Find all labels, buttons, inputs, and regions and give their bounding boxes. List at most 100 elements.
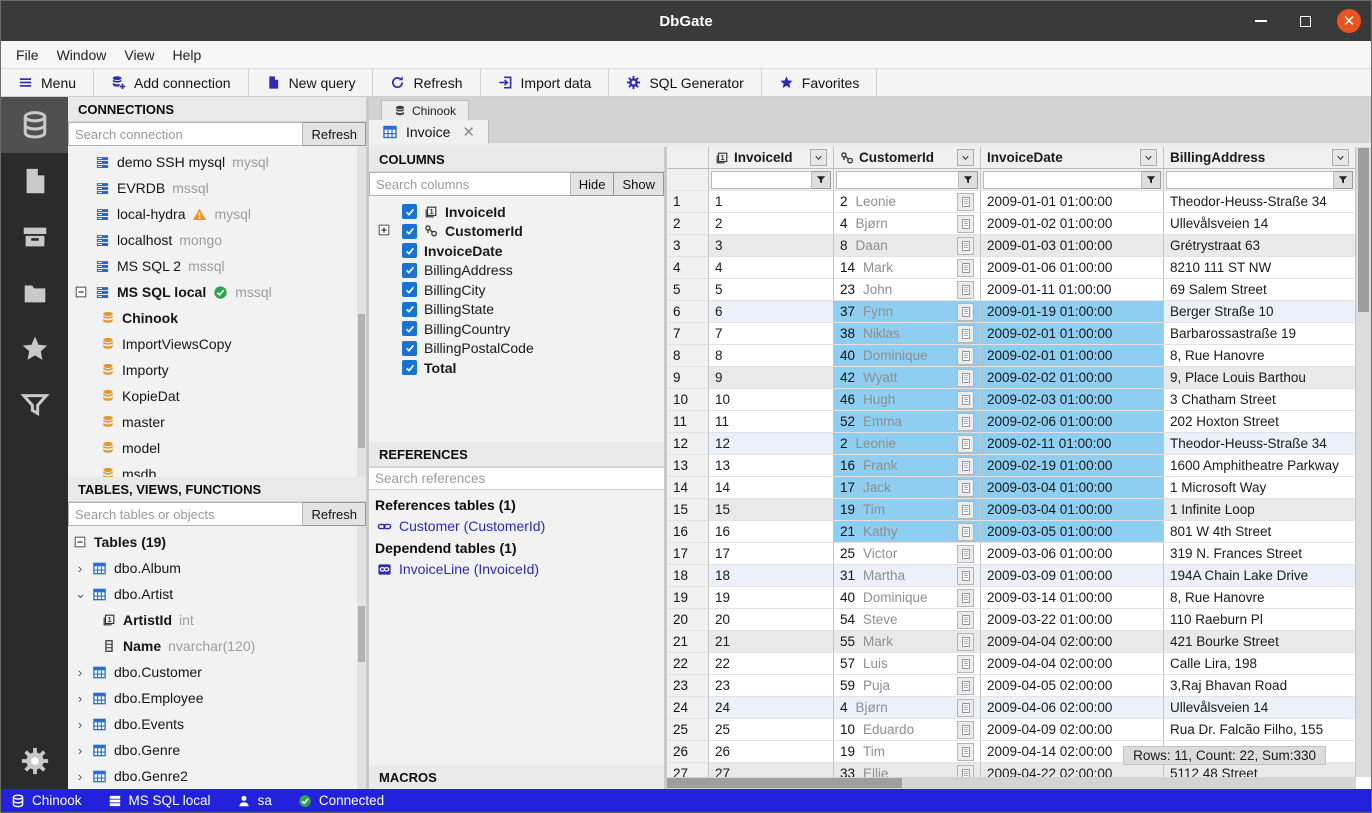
cell-billingaddress[interactable]: 9, Place Louis Barthou [1164,367,1356,389]
table-item-dbo-customer[interactable]: › dbo.Customer [68,659,366,685]
cell-invoiceid[interactable]: 24 [709,697,834,719]
row-number-cell[interactable]: 11 [667,411,709,433]
chevron-down-icon[interactable]: ⌄ [75,586,85,602]
cell-customerid[interactable]: 40 Dominique [834,345,981,367]
row-number-cell[interactable]: 5 [667,279,709,301]
database-item-kopiedat[interactable]: KopieDat [68,383,366,409]
connection-item-ms-sql-local[interactable]: MS SQL local mssql [68,279,366,305]
cell-invoiceid[interactable]: 26 [709,741,834,763]
connections-scrollbar[interactable] [357,146,366,477]
cell-customerid[interactable]: 33 Ellie [834,763,981,777]
cell-customerid[interactable]: 4 Bjørn [834,213,981,235]
cell-customerid[interactable]: 31 Martha [834,565,981,587]
cell-invoicedate[interactable]: 2009-03-04 01:00:00 [981,499,1164,521]
cell-customerid[interactable]: 8 Daan [834,235,981,257]
chevron-right-icon[interactable]: › [75,665,85,680]
cell-invoiceid[interactable]: 4 [709,257,834,279]
cell-invoicedate[interactable]: 2009-01-06 01:00:00 [981,257,1164,279]
column-toggle-invoiceid[interactable]: 1 InvoiceId [369,202,664,222]
cell-invoicedate[interactable]: 2009-03-14 01:00:00 [981,587,1164,609]
cell-invoiceid[interactable]: 15 [709,499,834,521]
cell-customerid[interactable]: 4 Bjørn [834,697,981,719]
cell-billingaddress[interactable]: 8, Rue Hanovre [1164,587,1356,609]
cell-customerid[interactable]: 42 Wyatt [834,367,981,389]
cell-billingaddress[interactable]: 421 Bourke Street [1164,631,1356,653]
cell-invoiceid[interactable]: 25 [709,719,834,741]
table-item-dbo-events[interactable]: › dbo.Events [68,711,366,737]
cell-billingaddress[interactable]: Calle Lira, 198 [1164,653,1356,675]
rail-database-button[interactable] [1,97,68,153]
cell-invoicedate[interactable]: 2009-04-06 02:00:00 [981,697,1164,719]
maximize-button[interactable] [1293,9,1317,33]
cell-customerid[interactable]: 16 Frank [834,455,981,477]
open-reference-button[interactable] [957,567,974,585]
cell-customerid[interactable]: 10 Eduardo [834,719,981,741]
menu-help[interactable]: Help [163,41,210,68]
table-item-dbo-album[interactable]: › dbo.Album [68,555,366,581]
database-item-msdb[interactable]: msdb [68,461,366,477]
cell-billingaddress[interactable]: 3 Chatham Street [1164,389,1356,411]
cell-customerid[interactable]: 25 Victor [834,543,981,565]
column-menu-button[interactable] [810,149,827,166]
row-number-cell[interactable]: 26 [667,741,709,763]
cell-invoicedate[interactable]: 2009-02-02 01:00:00 [981,367,1164,389]
cell-invoicedate[interactable]: 2009-03-06 01:00:00 [981,543,1164,565]
open-reference-button[interactable] [957,347,974,365]
cell-invoiceid[interactable]: 21 [709,631,834,653]
database-item-importy[interactable]: Importy [68,357,366,383]
cell-customerid[interactable]: 55 Mark [834,631,981,653]
column-item-artistid[interactable]: 1 ArtistId int [68,607,366,633]
cell-invoiceid[interactable]: 12 [709,433,834,455]
cell-billingaddress[interactable]: Barbarossastraße 19 [1164,323,1356,345]
cell-invoicedate[interactable]: 2009-02-01 01:00:00 [981,323,1164,345]
checkbox-checked[interactable] [402,360,417,375]
table-item-dbo-employee[interactable]: › dbo.Employee [68,685,366,711]
cell-invoicedate[interactable]: 2009-01-03 01:00:00 [981,235,1164,257]
open-reference-button[interactable] [957,193,974,211]
checkbox-checked[interactable] [402,302,417,317]
columns-show-button[interactable]: Show [614,172,664,196]
cell-customerid[interactable]: 14 Mark [834,257,981,279]
cell-invoicedate[interactable]: 2009-03-09 01:00:00 [981,565,1164,587]
database-item-chinook[interactable]: Chinook [68,305,366,331]
cell-billingaddress[interactable]: 5112 48 Street [1164,763,1356,777]
row-number-cell[interactable]: 22 [667,653,709,675]
cell-invoiceid[interactable]: 22 [709,653,834,675]
tables-scrollbar[interactable] [357,526,366,789]
toolbar-button-sql-generator[interactable]: SQL Generator [609,69,761,96]
grid-header-invoicedate[interactable]: InvoiceDate [981,147,1164,169]
open-reference-button[interactable] [957,655,974,673]
cell-billingaddress[interactable]: 110 Raeburn Pl [1164,609,1356,631]
row-number-cell[interactable]: 7 [667,323,709,345]
cell-customerid[interactable]: 19 Tim [834,499,981,521]
open-reference-button[interactable] [957,721,974,739]
column-toggle-customerid[interactable]: CustomerId [369,222,664,242]
menu-file[interactable]: File [7,41,48,68]
references-search-input[interactable]: Search references [369,467,664,490]
cell-invoicedate[interactable]: 2009-04-22 02:00:00 [981,763,1164,777]
open-reference-button[interactable] [957,523,974,541]
rail-settings-button[interactable] [1,733,68,789]
connections-search-input[interactable] [68,122,303,146]
checkbox-checked[interactable] [402,224,417,239]
cell-invoicedate[interactable]: 2009-03-22 01:00:00 [981,609,1164,631]
rail-star-button[interactable] [1,321,68,377]
checkbox-checked[interactable] [402,341,417,356]
row-number-cell[interactable]: 14 [667,477,709,499]
cell-billingaddress[interactable]: 8210 111 ST NW [1164,257,1356,279]
connection-item-localhost[interactable]: localhost mongo [68,227,366,253]
cell-invoiceid[interactable]: 19 [709,587,834,609]
cell-customerid[interactable]: 38 Niklas [834,323,981,345]
open-reference-button[interactable] [957,303,974,321]
cell-invoiceid[interactable]: 2 [709,213,834,235]
table-item-dbo-artist[interactable]: ⌄ dbo.Artist [68,581,366,607]
row-number-cell[interactable]: 18 [667,565,709,587]
database-item-importviewscopy[interactable]: ImportViewsCopy [68,331,366,357]
open-reference-button[interactable] [957,677,974,695]
connection-item-local-hydra[interactable]: local-hydra mysql [68,201,366,227]
cell-billingaddress[interactable]: 1 Infinite Loop [1164,499,1356,521]
row-number-cell[interactable]: 16 [667,521,709,543]
row-number-cell[interactable]: 6 [667,301,709,323]
column-toggle-billingstate[interactable]: BillingState [369,300,664,320]
filter-input-billingaddress[interactable] [1166,171,1334,189]
